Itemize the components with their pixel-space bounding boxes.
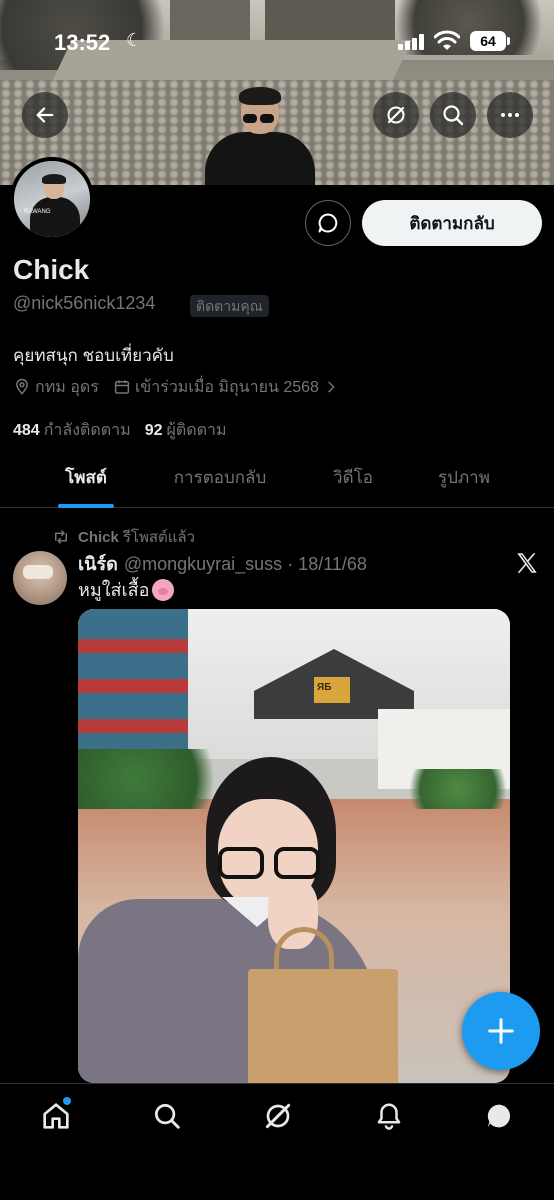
followers-link[interactable]: 92 ผู้ติดตาม xyxy=(145,418,227,443)
home-notification-dot xyxy=(63,1097,71,1105)
message-button[interactable] xyxy=(305,200,351,246)
repost-indicator: Chick รีโพสต์แล้ว xyxy=(52,525,195,549)
profile-tabs: โพสต์ การตอบกลับ วิดีโอ รูปภาพ xyxy=(0,452,554,508)
search-button[interactable] xyxy=(430,92,476,138)
following-count: 484 xyxy=(13,422,40,439)
back-button[interactable] xyxy=(22,92,68,138)
search-icon xyxy=(443,105,464,126)
messages-icon xyxy=(487,1104,511,1128)
reposted-by[interactable]: Chick xyxy=(78,529,119,546)
status-time: 13:52 xyxy=(54,30,111,55)
post-text: หมูใส่เสื้อ xyxy=(78,575,175,604)
search-icon xyxy=(155,1104,180,1129)
pig-emoji-icon xyxy=(152,578,175,601)
banner-person xyxy=(205,87,315,185)
grok-icon xyxy=(387,106,405,124)
nav-messages[interactable] xyxy=(481,1098,517,1134)
message-icon xyxy=(318,213,338,233)
repost-icon xyxy=(55,530,67,544)
followers-count: 92 xyxy=(144,422,163,439)
moon-icon: ☾ xyxy=(126,30,143,50)
tab-videos[interactable]: วิดีโอ xyxy=(300,452,406,508)
profile-display-name: Chick xyxy=(13,254,90,285)
profile-avatar[interactable]: RAWANG xyxy=(10,157,94,241)
following-link[interactable]: 484 กำลังติดตาม xyxy=(13,418,131,443)
profile-joined[interactable]: เข้าร่วมเมื่อ มิถุนายน 2568 xyxy=(135,375,319,400)
followers-label: ผู้ติดตาม xyxy=(166,422,227,439)
active-tab-indicator xyxy=(58,504,114,508)
chevron-right-icon xyxy=(328,381,335,393)
post-header: เนิร์ด @mongkuyrai_suss · 18/11/68 xyxy=(78,549,367,578)
battery-indicator: 64 xyxy=(470,31,506,51)
post-author-name[interactable]: เนิร์ด xyxy=(78,554,118,574)
status-bar: 13:52 ☾ 64 xyxy=(0,0,554,84)
profile-handle: @nick56nick1234 xyxy=(13,293,156,313)
grok-icon xyxy=(265,1103,291,1129)
post-text-content: หมูใส่เสื้อ xyxy=(78,580,150,600)
profile-location: กทม อุดร xyxy=(35,378,99,396)
post-date: · 18/11/68 xyxy=(287,554,367,574)
nav-grok[interactable] xyxy=(260,1098,296,1134)
post-author-avatar[interactable] xyxy=(13,551,67,605)
profile-counts: 484 กำลังติดตาม 92 ผู้ติดตาม xyxy=(13,418,227,443)
nav-search[interactable] xyxy=(149,1098,185,1134)
location-icon xyxy=(15,378,29,395)
grok-button[interactable] xyxy=(373,92,419,138)
post-author-handle[interactable]: @mongkuyrai_suss xyxy=(124,554,282,574)
bottom-navigation xyxy=(0,1083,554,1200)
post-image[interactable]: ЯБ xyxy=(78,609,510,1083)
nav-notifications[interactable] xyxy=(371,1098,407,1134)
back-arrow-icon xyxy=(36,107,54,123)
notifications-icon xyxy=(377,1103,401,1130)
profile-bio: คุยทสนุก ชอบเที่ยวคับ xyxy=(13,346,174,365)
following-label: กำลังติดตาม xyxy=(43,422,131,439)
tab-photos[interactable]: รูปภาพ xyxy=(410,452,518,508)
image-sign-text: ЯБ xyxy=(317,682,332,693)
tab-posts[interactable]: โพสต์ xyxy=(30,452,142,508)
more-button[interactable] xyxy=(487,92,533,138)
profile-meta: กทม อุดร เข้าร่วมเมื่อ มิถุนายน 2568 xyxy=(13,376,339,398)
calendar-icon xyxy=(114,380,129,394)
signal-icon xyxy=(398,34,426,50)
avatar-shirt-text: RAWANG xyxy=(24,209,51,215)
reposted-text: รีโพสต์แล้ว xyxy=(122,529,196,546)
x-logo-icon[interactable] xyxy=(514,550,540,576)
plus-icon xyxy=(488,1018,514,1044)
follow-back-button[interactable]: ติดตามกลับ xyxy=(362,200,542,246)
more-icon xyxy=(501,113,519,117)
compose-button[interactable] xyxy=(462,992,540,1070)
battery-tip xyxy=(507,37,510,45)
tab-replies[interactable]: การตอบกลับ xyxy=(150,452,290,508)
follows-you-badge: ติดตามคุณ xyxy=(190,295,269,317)
wifi-icon xyxy=(434,30,460,50)
